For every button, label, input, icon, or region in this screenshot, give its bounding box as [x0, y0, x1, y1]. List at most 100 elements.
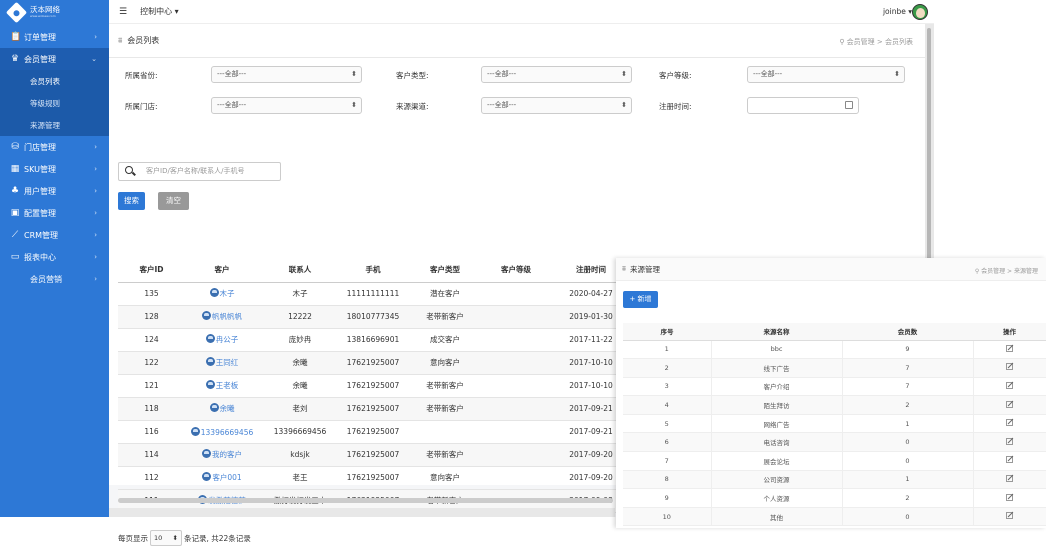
table-cell: 余曦 — [259, 351, 341, 375]
customer-link[interactable]: 我的客户 — [185, 443, 259, 467]
customer-link[interactable]: 帆帆帆帆 — [185, 305, 259, 329]
hamburger-icon[interactable]: ☰ — [119, 7, 127, 17]
table-cell: 17621925007 — [341, 420, 405, 444]
control-center-menu[interactable]: 控制中心 ▾ — [140, 6, 179, 17]
customer-type-label: 客户类型: — [396, 71, 429, 80]
sidebar-sub-member-list[interactable]: 会员列表 — [0, 70, 109, 92]
edit-icon[interactable] — [1006, 400, 1014, 408]
source-channel-select[interactable]: ---全部--- ⬍ — [481, 97, 632, 114]
sidebar-item-config[interactable]: ▣ 配置管理 › — [0, 202, 109, 224]
customer-link[interactable]: 王老板 — [185, 374, 259, 398]
customer-link[interactable]: 余曦 — [185, 397, 259, 421]
column-header[interactable]: 客户等级 — [485, 258, 547, 283]
column-header[interactable]: 客户 — [185, 258, 259, 283]
table-cell: 0 — [841, 432, 973, 453]
edit-cell[interactable] — [972, 340, 1046, 360]
add-source-button[interactable]: + 新增 — [623, 291, 658, 308]
search-input[interactable]: 客户ID/客户名称/联系人/手机号 — [118, 162, 281, 181]
sidebar-item-crm[interactable]: ⟋ CRM管理 › — [0, 224, 109, 246]
column-header[interactable]: 客户ID — [118, 258, 185, 283]
edit-cell[interactable] — [972, 488, 1046, 508]
page-size-select[interactable]: 10 ⬍ — [150, 530, 182, 546]
edit-cell[interactable] — [972, 377, 1046, 397]
edit-cell[interactable] — [972, 507, 1046, 527]
sidebar-item-reports[interactable]: ▭ 报表中心 › — [0, 246, 109, 268]
edit-cell[interactable] — [972, 414, 1046, 434]
customer-icon — [209, 288, 219, 297]
sidebar-item-label: 配置管理 — [24, 208, 56, 218]
province-select[interactable]: ---全部--- ⬍ — [211, 66, 362, 83]
column-header[interactable]: 客户类型 — [405, 258, 485, 283]
sidebar-item-sku[interactable]: ▦ SKU管理 › — [0, 158, 109, 180]
edit-icon[interactable] — [1006, 493, 1014, 501]
sidebar-sub-source-manage[interactable]: 来源管理 — [0, 114, 109, 136]
edit-cell[interactable] — [972, 470, 1046, 490]
edit-icon[interactable] — [1006, 437, 1014, 445]
column-header: 操作 — [973, 323, 1046, 341]
customer-level-select[interactable]: ---全部--- ⬍ — [747, 66, 905, 83]
store-select[interactable]: ---全部--- ⬍ — [211, 97, 362, 114]
sidebar-item-orders[interactable]: 📋 订单管理 › — [0, 26, 109, 48]
brand-name: 沃本网络 — [30, 5, 60, 15]
register-time-input[interactable] — [747, 97, 859, 114]
chevron-right-icon: › — [94, 165, 97, 173]
customer-link[interactable]: 客户001 — [185, 466, 259, 490]
edit-icon[interactable] — [1006, 363, 1014, 371]
customer-link[interactable]: 13396669456 — [185, 420, 259, 444]
table-row: 6 电话咨询 0 — [623, 432, 1046, 453]
edit-icon[interactable] — [1006, 381, 1014, 389]
chevron-down-icon: ⌄ — [91, 55, 97, 63]
table-row: 3 客户介绍 7 — [623, 377, 1046, 397]
province-select-value: ---全部--- — [217, 70, 247, 78]
select-arrow-icon: ⬍ — [351, 101, 357, 109]
report-icon: ▭ — [10, 252, 20, 262]
table-cell — [485, 420, 547, 444]
sidebar-item-members[interactable]: ♛ 会员管理 ⌄ — [0, 48, 109, 70]
clear-button[interactable]: 清空 — [158, 192, 189, 210]
table-cell: kdsjk — [259, 443, 341, 467]
edit-icon[interactable] — [1006, 474, 1014, 482]
customer-link[interactable]: 王同红 — [185, 351, 259, 375]
edit-cell[interactable] — [972, 358, 1046, 378]
horizontal-scrollbar[interactable] — [118, 498, 613, 503]
edit-cell[interactable] — [972, 451, 1046, 471]
table-cell: 老带新客户 — [405, 397, 485, 421]
sidebar-item-users[interactable]: ♣ 用户管理 › — [0, 180, 109, 202]
column-header: 序号 — [623, 323, 711, 341]
chart-line-icon: ⟋ — [11, 230, 19, 240]
table-cell: 2 — [841, 488, 973, 508]
edit-cell[interactable] — [972, 432, 1046, 453]
sidebar-item-label: SKU管理 — [24, 164, 56, 174]
edit-cell[interactable] — [972, 395, 1046, 415]
table-cell — [485, 328, 547, 352]
sidebar-item-marketing[interactable]: 会员营销 › — [0, 268, 109, 290]
customer-type-select[interactable]: ---全部--- ⬍ — [481, 66, 632, 83]
brand[interactable]: 沃本网络 www.wobaw.com — [0, 0, 109, 24]
edit-icon[interactable] — [1006, 456, 1014, 464]
column-header[interactable]: 联系人 — [259, 258, 341, 283]
page-title: 会员列表 — [127, 36, 160, 45]
table-cell: 17621925007 — [341, 374, 405, 398]
table-cell: 意向客户 — [405, 466, 485, 490]
monitor-icon: ▣ — [10, 208, 20, 218]
avatar[interactable] — [912, 4, 928, 20]
customer-link[interactable]: 冉公子 — [185, 328, 259, 352]
table-cell: 0 — [841, 507, 973, 527]
customer-icon — [202, 449, 211, 458]
province-label: 所属省份: — [125, 71, 158, 80]
edit-icon[interactable] — [1006, 344, 1014, 352]
customer-icon — [205, 334, 215, 343]
table-row: 8 公司资源 1 — [623, 470, 1046, 490]
column-header[interactable]: 手机 — [341, 258, 405, 283]
customer-link[interactable]: 木子 — [185, 282, 259, 306]
search-button[interactable]: 搜索 — [118, 192, 145, 210]
sidebar-item-label: 用户管理 — [24, 186, 56, 196]
edit-icon[interactable] — [1006, 512, 1014, 520]
sidebar-sub-level-rules[interactable]: 等级规则 — [0, 92, 109, 114]
sidebar: 沃本网络 www.wobaw.com 📋 订单管理 › ♛ 会员管理 ⌄ 会员列表 等级规… — [0, 0, 109, 517]
customer-level-label: 客户等级: — [659, 71, 692, 80]
source-channel-label: 来源渠道: — [396, 102, 429, 111]
sidebar-item-stores[interactable]: ⛁ 门店管理 › — [0, 136, 109, 158]
user-menu[interactable]: joinbe ▾ — [883, 7, 912, 16]
edit-icon[interactable] — [1006, 419, 1014, 427]
